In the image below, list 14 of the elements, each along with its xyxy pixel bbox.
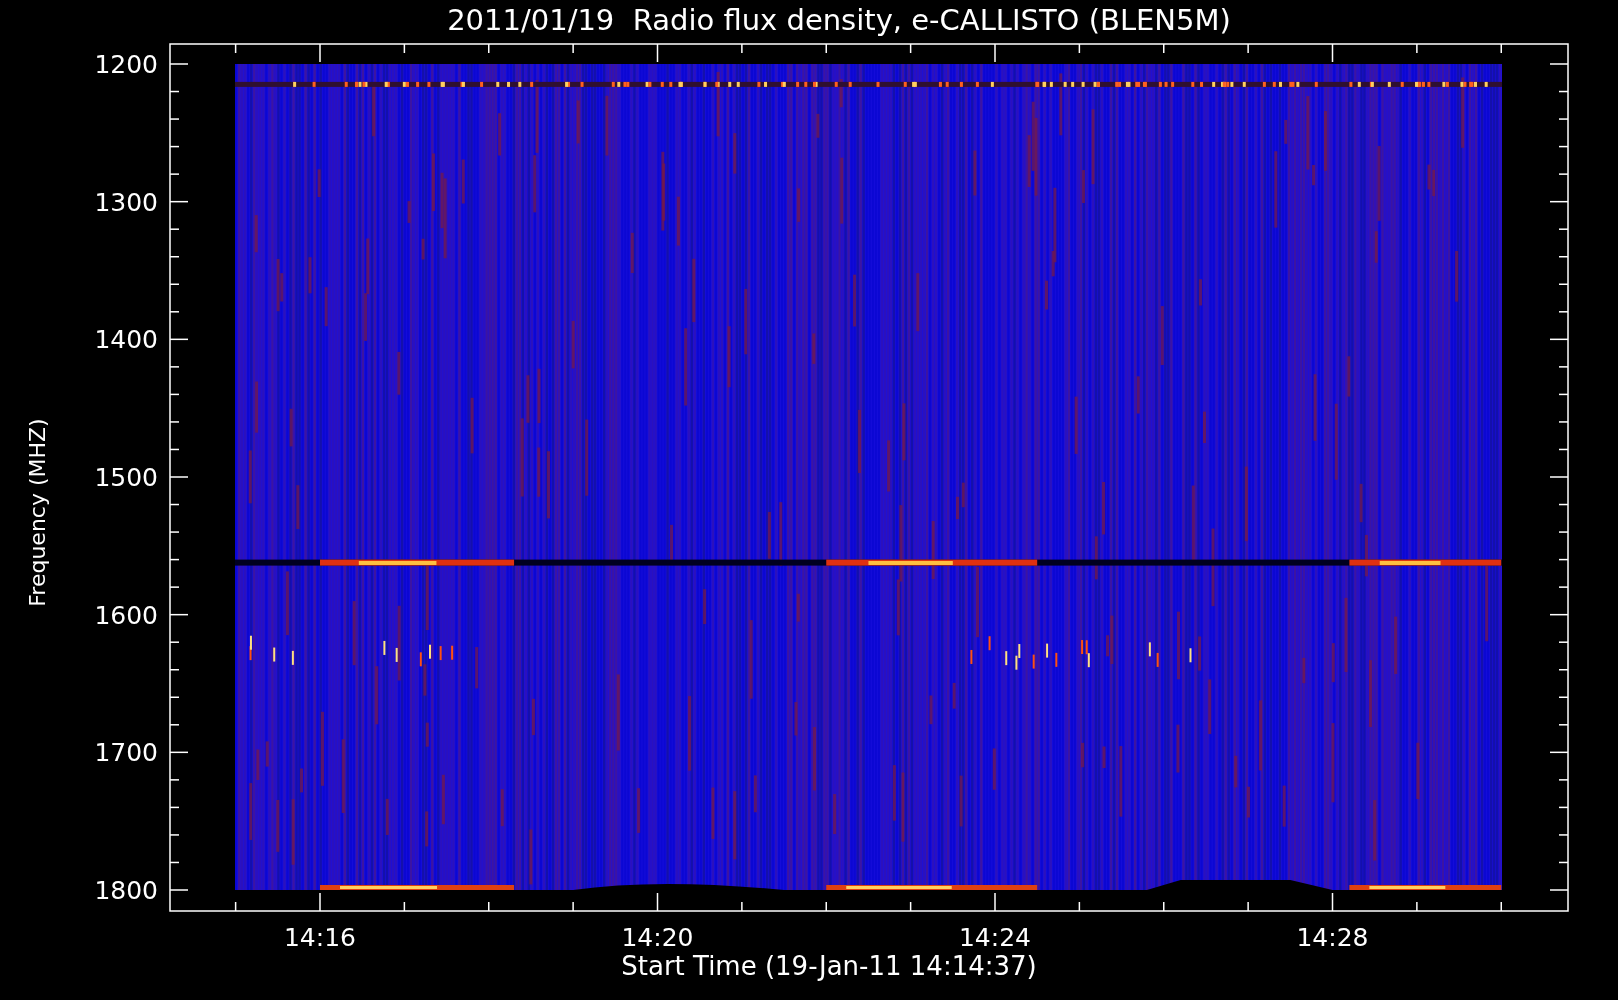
x-tick-label: 14:28	[1296, 923, 1369, 952]
x-tick-label: 14:24	[959, 923, 1031, 952]
y-tick-label: 1500	[94, 463, 158, 492]
x-tick-label: 14:20	[621, 923, 694, 952]
x-tick-label: 14:16	[284, 923, 356, 952]
y-axis-label: Frequency (MHZ)	[25, 418, 50, 607]
y-tick-label: 1200	[94, 50, 158, 79]
y-tick-label: 1400	[94, 325, 158, 355]
y-tick-label: 1300	[94, 187, 158, 217]
chart-title: 2011/01/19 Radio flux density, e-CALLISTO (BLEN5M)	[447, 2, 1231, 39]
x-axis-label: Start Time (19-Jan-11 14:14:37)	[621, 951, 1037, 981]
y-tick-label: 1600	[94, 600, 158, 630]
y-tick-label: 1700	[94, 738, 158, 768]
y-tick-label: 1800	[94, 876, 158, 905]
